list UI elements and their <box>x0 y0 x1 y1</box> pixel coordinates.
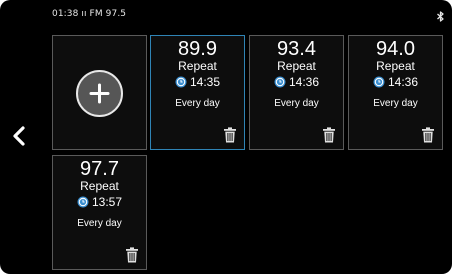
alarm-clock-icon <box>373 76 385 88</box>
alarm-time: 14:35 <box>189 75 221 89</box>
alarm-mode: Repeat <box>376 59 415 73</box>
alarm-time-row: 14:36 <box>349 74 442 90</box>
alarm-days: Every day <box>77 218 122 229</box>
alarm-time: 14:36 <box>288 75 320 89</box>
status-bar: 01:38 ıı FM 97.5 <box>0 0 452 22</box>
add-alarm-button[interactable] <box>52 35 147 150</box>
alarm-tile[interactable]: 97.7 Repeat 13:57 Every day <box>52 155 147 270</box>
alarm-time: 13:57 <box>91 195 123 209</box>
plus-circle-icon <box>76 70 123 117</box>
alarm-time-row: 14:35 <box>151 74 244 90</box>
alarm-days: Every day <box>175 98 220 109</box>
alarm-clock-icon <box>274 76 286 88</box>
alarm-tile[interactable]: 94.0 Repeat 14:36 Every day <box>348 35 443 150</box>
alarm-frequency: 89.9 <box>178 38 217 60</box>
status-text: 01:38 ıı FM 97.5 <box>52 9 127 19</box>
alarm-days: Every day <box>373 98 418 109</box>
alarm-tile[interactable]: 93.4 Repeat 14:36 Every day <box>249 35 344 150</box>
alarm-clock-icon <box>175 76 187 88</box>
chevron-left-icon <box>8 126 30 153</box>
alarm-days: Every day <box>274 98 319 109</box>
alarm-clock-icon <box>77 196 89 208</box>
alarm-tile[interactable]: 89.9 Repeat 14:35 Every day <box>150 35 245 150</box>
alarm-frequency: 94.0 <box>376 38 415 60</box>
alarm-time: 14:36 <box>387 75 419 89</box>
delete-alarm-icon[interactable] <box>125 247 139 263</box>
alarm-mode: Repeat <box>80 179 119 193</box>
alarm-frequency: 93.4 <box>277 38 316 60</box>
radio-alarm-screen: 01:38 ıı FM 97.5 89.9 Repeat 14:35 Every… <box>0 0 452 274</box>
bluetooth-icon <box>436 9 445 22</box>
delete-alarm-icon[interactable] <box>421 127 435 143</box>
delete-alarm-icon[interactable] <box>223 127 237 143</box>
delete-alarm-icon[interactable] <box>322 127 336 143</box>
alarm-time-row: 14:36 <box>250 74 343 90</box>
alarm-time-row: 13:57 <box>53 194 146 210</box>
alarm-frequency: 97.7 <box>80 158 119 180</box>
back-button[interactable] <box>8 123 30 149</box>
alarm-mode: Repeat <box>178 59 217 73</box>
alarm-mode: Repeat <box>277 59 316 73</box>
